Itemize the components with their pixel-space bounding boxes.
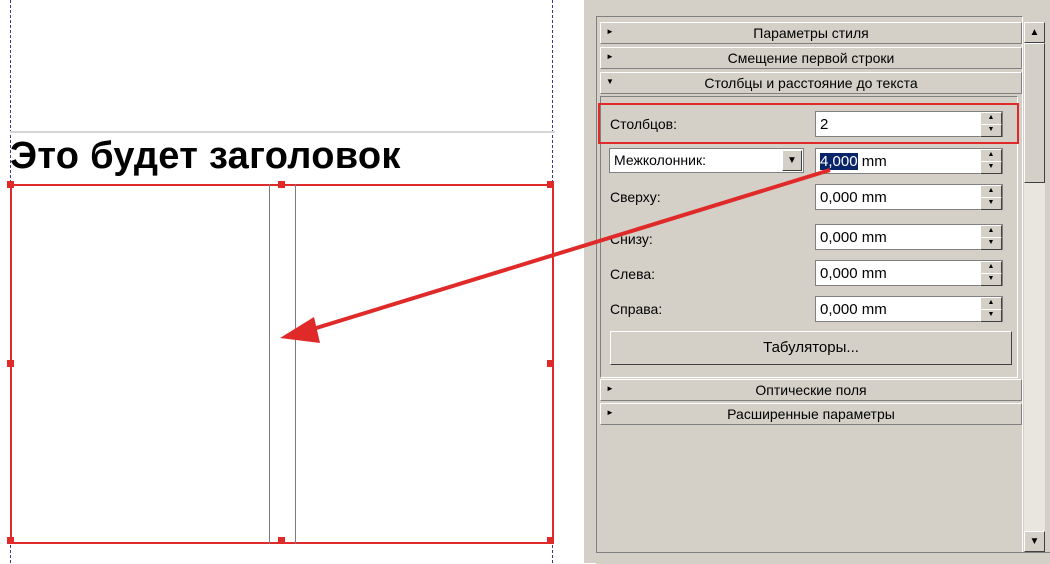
annotation-arrow [280,168,831,343]
annotation-arrow-line [299,168,831,335]
annotation-arrowhead [280,317,320,343]
